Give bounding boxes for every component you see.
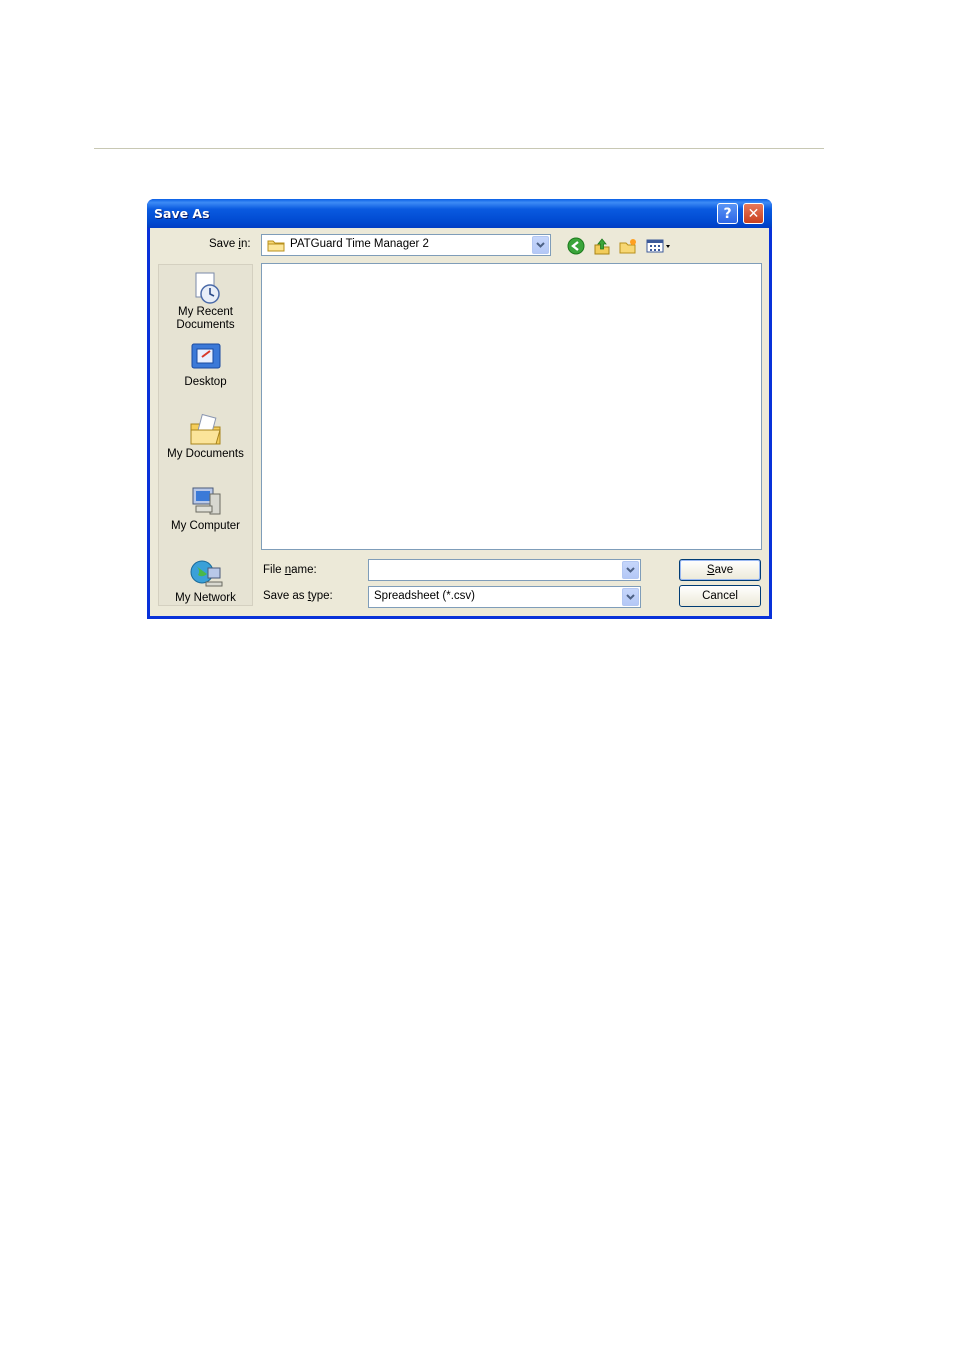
save-as-type-value: Spreadsheet (*.csv) <box>374 590 475 602</box>
file-name-field[interactable] <box>368 559 641 581</box>
up-folder-icon[interactable] <box>592 236 612 256</box>
page-divider <box>94 148 824 149</box>
save-in-combo[interactable]: PATGuard Time Manager 2 <box>261 234 551 256</box>
save-button[interactable]: Save <box>679 559 761 581</box>
file-name-label-end: ame: <box>291 564 317 576</box>
place-my-computer[interactable]: My Computer <box>159 484 252 533</box>
save-button-accel: S <box>706 564 715 576</box>
place-label: My Network <box>175 592 236 604</box>
place-my-network[interactable]: My Network <box>159 556 252 605</box>
cancel-button[interactable]: Cancel <box>679 585 761 607</box>
recent-documents-icon <box>188 270 224 306</box>
file-name-label: File name: <box>263 564 317 576</box>
place-label: My Recent <box>178 306 233 318</box>
chevron-down-icon[interactable] <box>622 588 639 606</box>
save-as-type-label-end: ype: <box>310 590 333 602</box>
place-label: Desktop <box>184 376 227 388</box>
chevron-down-icon[interactable] <box>532 236 549 254</box>
place-desktop[interactable]: Desktop <box>159 340 252 389</box>
place-label: Documents <box>176 319 235 331</box>
my-documents-icon <box>188 412 224 448</box>
save-button-label: ave <box>714 564 734 576</box>
title-bar[interactable]: Save As ? ✕ <box>147 199 772 228</box>
place-my-documents[interactable]: My Documents <box>159 412 252 461</box>
folder-icon <box>267 239 285 255</box>
new-folder-icon[interactable] <box>618 236 638 256</box>
place-label: My Documents <box>167 448 244 460</box>
desktop-icon <box>188 340 224 376</box>
save-in-value: PATGuard Time Manager 2 <box>290 238 429 250</box>
dialog-body: Save in: PATGuard Time Manager 2 My Rece… <box>150 228 769 616</box>
save-in-label-text: Save <box>209 238 239 250</box>
place-my-recent-documents[interactable]: My Recent Documents <box>159 270 252 332</box>
save-as-type-select[interactable]: Spreadsheet (*.csv) <box>368 586 641 608</box>
place-label: My Computer <box>170 520 241 532</box>
save-as-dialog: Save As ? ✕ Save in: PATGuard Time Manag… <box>147 199 772 619</box>
my-computer-icon <box>188 484 224 520</box>
file-list[interactable] <box>261 263 762 550</box>
my-network-icon <box>188 556 224 592</box>
save-in-label: Save in: <box>209 238 251 250</box>
close-button[interactable]: ✕ <box>743 203 764 224</box>
file-name-label-text: File <box>263 564 285 576</box>
help-button[interactable]: ? <box>717 203 738 224</box>
save-as-type-label-text: Save as <box>263 590 308 602</box>
chevron-down-icon[interactable] <box>622 561 639 579</box>
dialog-title: Save As <box>154 206 210 221</box>
views-menu-icon[interactable] <box>645 236 673 256</box>
save-in-label-end: n: <box>240 238 251 250</box>
places-bar: My Recent Documents Desktop My Documents <box>158 264 253 606</box>
back-icon[interactable] <box>566 236 586 256</box>
save-as-type-label: Save as type: <box>263 590 333 602</box>
